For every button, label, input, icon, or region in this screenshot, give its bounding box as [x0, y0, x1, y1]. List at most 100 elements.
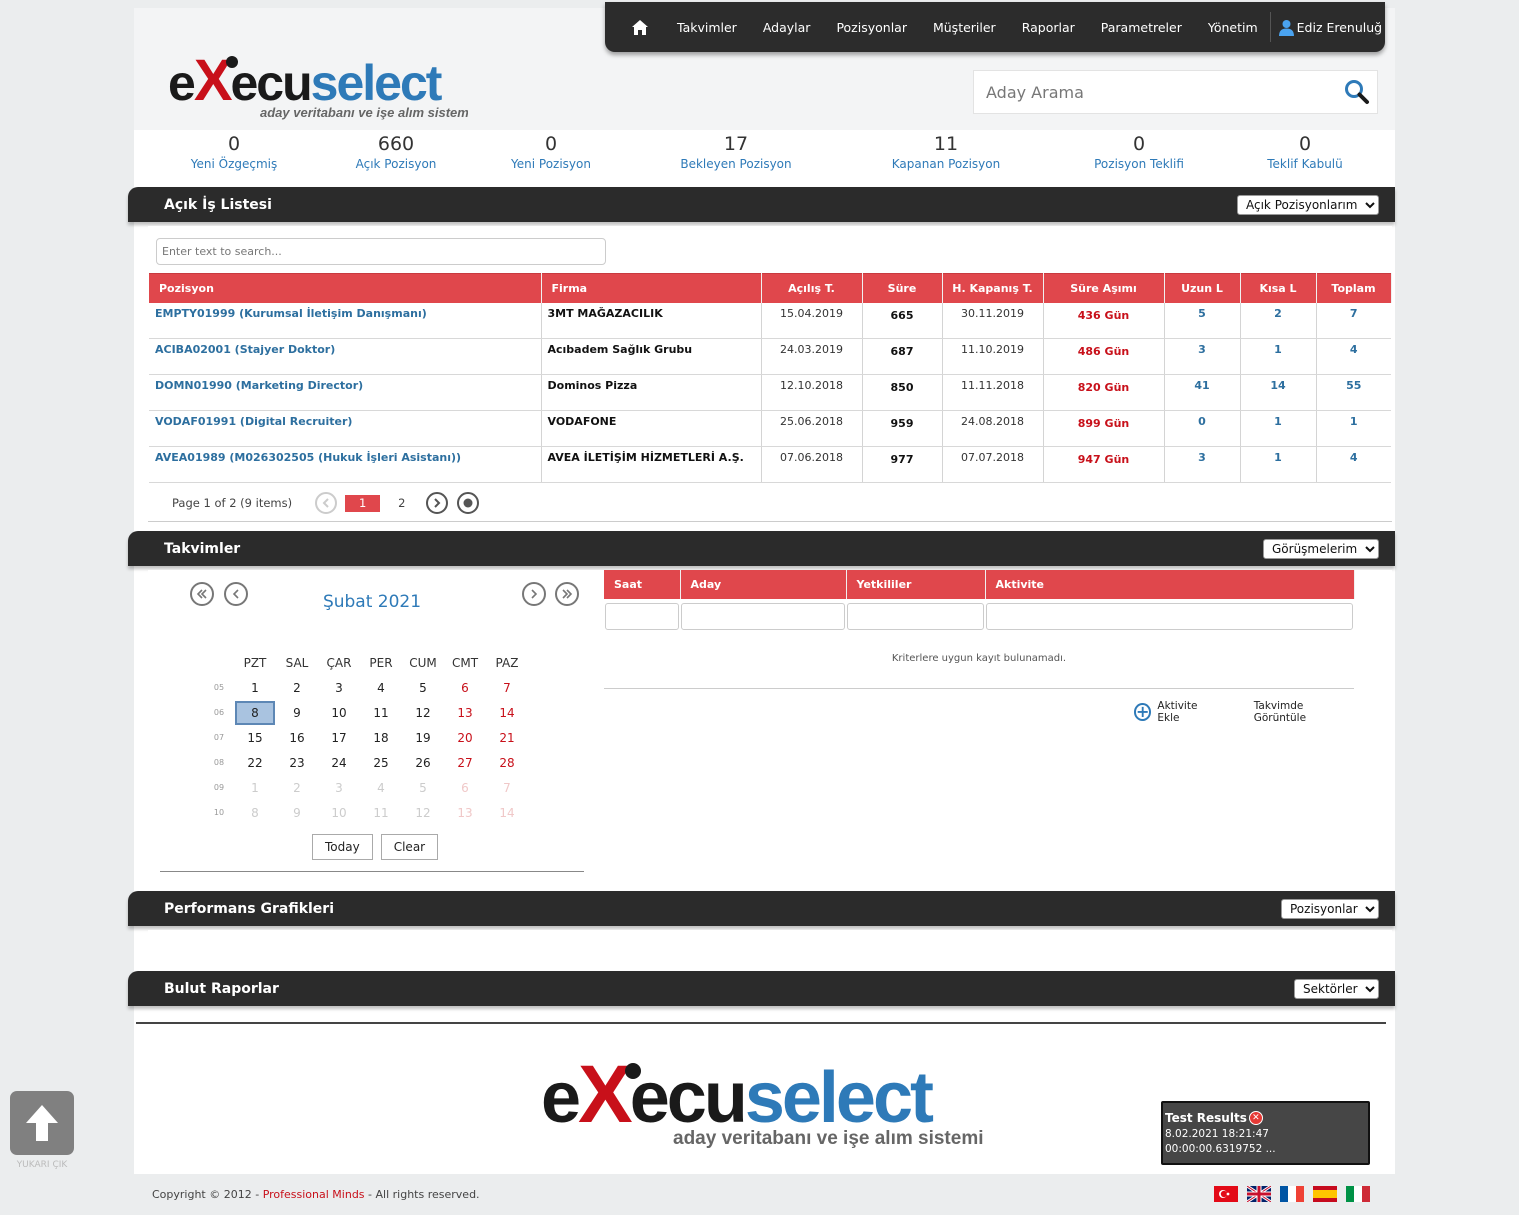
calendar-day[interactable]: 1: [234, 781, 276, 795]
scroll-top-button[interactable]: [10, 1091, 74, 1155]
calendar-day[interactable]: 20: [444, 731, 486, 745]
calendar-day[interactable]: 6: [444, 681, 486, 695]
page-2-button[interactable]: 2: [398, 496, 405, 510]
prev-year-icon[interactable]: [190, 582, 214, 606]
stat-kapanan-pozisyon[interactable]: 11 Kapanan Pozisyon: [866, 132, 1026, 172]
column-header[interactable]: Süre: [862, 273, 943, 303]
calendar-day[interactable]: 10: [318, 806, 360, 820]
calendar-day[interactable]: 4: [360, 681, 402, 695]
table-cell[interactable]: 41: [1164, 374, 1241, 411]
calendar-day[interactable]: 15: [234, 731, 276, 745]
calendar-day[interactable]: 9: [276, 706, 318, 720]
nav-adaylar[interactable]: Adaylar: [763, 20, 811, 35]
calendar-day[interactable]: 5: [402, 781, 444, 795]
calendar-day[interactable]: 2: [276, 681, 318, 695]
calendar-day[interactable]: 2: [276, 781, 318, 795]
next-page-icon[interactable]: [426, 492, 449, 514]
today-button[interactable]: Today: [312, 834, 373, 860]
calendar-day[interactable]: 9: [276, 806, 318, 820]
close-icon[interactable]: ✕: [1248, 1111, 1263, 1125]
stat-pozisyon-teklifi[interactable]: 0 Pozisyon Teklifi: [1059, 132, 1219, 172]
calendar-day[interactable]: 18: [360, 731, 402, 745]
table-cell[interactable]: 5: [1164, 302, 1241, 339]
agenda-col-aday[interactable]: Aday: [680, 570, 847, 599]
nav-musteriler[interactable]: Müşteriler: [933, 20, 996, 35]
jobs-filter-select[interactable]: Açık Pozisyonlarım: [1237, 194, 1379, 215]
calendar-day[interactable]: 1: [234, 681, 276, 695]
calendar-day[interactable]: 13: [444, 806, 486, 820]
calendar-day[interactable]: 5: [402, 681, 444, 695]
user-menu[interactable]: Ediz Erenuluğ: [1278, 19, 1382, 36]
jobs-search-input[interactable]: [156, 238, 606, 265]
calendar-day[interactable]: 11: [360, 706, 402, 720]
nav-parametreler[interactable]: Parametreler: [1101, 20, 1182, 35]
table-row[interactable]: VODAF01991 (Digital Recruiter) VODAFONE 25…: [149, 410, 1391, 447]
company-link[interactable]: Professional Minds: [263, 1188, 365, 1201]
stat-yeni-pozisyon[interactable]: 0 Yeni Pozisyon: [471, 132, 631, 172]
table-cell[interactable]: 2: [1240, 302, 1317, 339]
clear-button[interactable]: Clear: [380, 834, 439, 860]
column-header[interactable]: Açılış T.: [761, 273, 863, 303]
calendar-day[interactable]: 25: [360, 756, 402, 770]
calendar-month-title[interactable]: Şubat 2021: [300, 592, 444, 612]
table-cell[interactable]: 4: [1316, 446, 1391, 483]
calendar-day[interactable]: 13: [444, 706, 486, 720]
position-link[interactable]: VODAF01991 (Digital Recruiter): [149, 410, 542, 447]
calendar-day[interactable]: 3: [318, 681, 360, 695]
calendar-day[interactable]: 23: [276, 756, 318, 770]
calendar-day[interactable]: 12: [402, 806, 444, 820]
stat-yeni-ozgecmis[interactable]: 0 Yeni Özgeçmiş: [154, 132, 314, 172]
uk-flag-icon[interactable]: [1247, 1186, 1271, 1202]
nav-yonetim[interactable]: Yönetim: [1208, 20, 1258, 35]
calendar-day[interactable]: 22: [234, 756, 276, 770]
calendar-day[interactable]: 14: [486, 806, 528, 820]
nav-pozisyonlar[interactable]: Pozisyonlar: [836, 20, 907, 35]
table-cell[interactable]: 1: [1316, 410, 1391, 447]
prev-page-icon[interactable]: [315, 492, 338, 514]
filter-saat-input[interactable]: [605, 602, 679, 630]
calendar-day[interactable]: 8: [235, 700, 275, 725]
calendar-day[interactable]: 27: [444, 756, 486, 770]
all-pages-icon[interactable]: [457, 492, 480, 514]
position-link[interactable]: EMPTY01999 (Kurumsal İletişim Danışmanı): [149, 302, 542, 339]
table-cell[interactable]: 1: [1240, 338, 1317, 375]
table-cell[interactable]: 1: [1240, 410, 1317, 447]
table-cell[interactable]: 14: [1240, 374, 1317, 411]
add-activity-link[interactable]: Aktivite Ekle: [1157, 700, 1219, 724]
calendar-day[interactable]: 28: [486, 756, 528, 770]
filter-aday-input[interactable]: [681, 602, 845, 630]
cloud-filter-select[interactable]: Sektörler: [1294, 978, 1379, 999]
next-year-icon[interactable]: [555, 582, 579, 606]
table-cell[interactable]: 3: [1164, 446, 1241, 483]
performance-filter-select[interactable]: Pozisyonlar: [1281, 898, 1379, 919]
calendar-day[interactable]: 10: [318, 706, 360, 720]
calendar-day[interactable]: 6: [444, 781, 486, 795]
table-cell[interactable]: 55: [1316, 374, 1391, 411]
table-cell[interactable]: 4: [1316, 338, 1391, 375]
table-row[interactable]: DOMN01990 (Marketing Director) Dominos Pi…: [149, 374, 1391, 411]
agenda-col-yetkililer[interactable]: Yetkililer: [846, 570, 986, 599]
table-cell[interactable]: 1: [1240, 446, 1317, 483]
agenda-col-saat[interactable]: Saat: [604, 570, 681, 599]
table-cell[interactable]: 7: [1316, 302, 1391, 339]
calendar-day[interactable]: 12: [402, 706, 444, 720]
calendar-day[interactable]: 11: [360, 806, 402, 820]
prev-month-icon[interactable]: [224, 582, 248, 606]
table-row[interactable]: EMPTY01999 (Kurumsal İletişim Danışmanı)…: [149, 302, 1391, 339]
agenda-col-aktivite[interactable]: Aktivite: [985, 570, 1355, 599]
calendar-day[interactable]: 8: [234, 806, 276, 820]
calendar-filter-select[interactable]: Görüşmelerim: [1263, 538, 1379, 559]
calendar-day[interactable]: 7: [486, 681, 528, 695]
italian-flag-icon[interactable]: [1346, 1186, 1370, 1202]
calendar-day[interactable]: 16: [276, 731, 318, 745]
column-header[interactable]: Kısa L: [1240, 273, 1317, 303]
add-icon[interactable]: +: [1134, 703, 1152, 721]
view-calendar-link[interactable]: Takvimde Görüntüle: [1254, 700, 1354, 724]
search-icon[interactable]: [1337, 79, 1377, 105]
page-1-button[interactable]: 1: [345, 494, 381, 512]
table-row[interactable]: AVEA01989 (M026302505 (Hukuk İşleri Asis…: [149, 446, 1391, 483]
column-header[interactable]: Firma: [541, 273, 762, 303]
nav-raporlar[interactable]: Raporlar: [1022, 20, 1075, 35]
next-month-icon[interactable]: [522, 582, 546, 606]
position-link[interactable]: AVEA01989 (M026302505 (Hukuk İşleri Asis…: [149, 446, 542, 483]
